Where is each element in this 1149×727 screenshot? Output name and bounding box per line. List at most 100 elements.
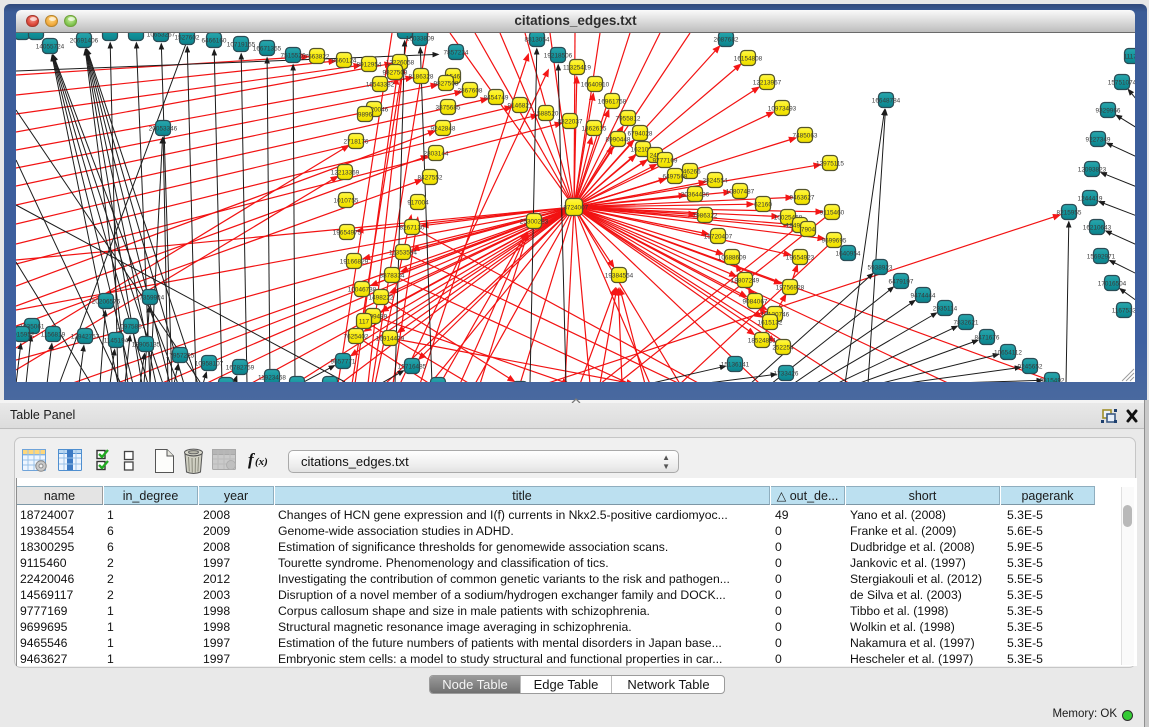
svg-text:19384554: 19384554 (605, 273, 634, 280)
svg-text:1615132: 1615132 (758, 320, 783, 327)
svg-text:7625402: 7625402 (344, 334, 369, 341)
svg-text:9474444: 9474444 (911, 293, 936, 300)
svg-text:1167533: 1167533 (1112, 308, 1135, 315)
svg-text:8186328: 8186328 (409, 74, 434, 81)
svg-text:11174: 11174 (1124, 54, 1135, 61)
svg-text:6466160: 6466160 (202, 38, 227, 45)
svg-text:1640954: 1640954 (836, 251, 861, 258)
svg-text:6479197: 6479197 (889, 279, 914, 286)
svg-text:9827503: 9827503 (383, 70, 408, 77)
svg-text:10653267: 10653267 (147, 33, 176, 39)
svg-text:19756928: 19756928 (776, 285, 805, 292)
svg-text:9463627: 9463627 (790, 195, 815, 202)
svg-text:1244419: 1244419 (1078, 196, 1103, 203)
svg-text:1588520: 1588520 (534, 111, 559, 118)
svg-text:9815492: 9815492 (1040, 378, 1065, 383)
svg-text:8813054: 8813054 (525, 37, 550, 44)
svg-text:10046738: 10046738 (348, 287, 377, 294)
svg-text:3915952: 3915952 (16, 332, 35, 339)
svg-text:8990448: 8990448 (606, 137, 631, 144)
svg-text:10688609: 10688609 (718, 255, 747, 262)
svg-text:17957225: 17957225 (166, 353, 195, 360)
svg-text:1362615: 1362615 (582, 126, 607, 133)
svg-text:19218506: 19218506 (544, 53, 573, 60)
svg-text:12213967: 12213967 (753, 80, 782, 87)
svg-text:9245652: 9245652 (1018, 364, 1043, 371)
svg-text:20691406: 20691406 (70, 38, 99, 45)
svg-text:2935114: 2935114 (933, 306, 958, 313)
svg-text:14055724: 14055724 (36, 44, 65, 51)
svg-text:8471676: 8471676 (975, 335, 1000, 342)
svg-text:25300293: 25300293 (520, 219, 549, 226)
svg-text:3875685: 3875685 (436, 105, 461, 112)
svg-text:9146821: 9146821 (508, 103, 533, 110)
svg-text:8454749: 8454749 (484, 95, 509, 102)
svg-text:9227349: 9227349 (1086, 137, 1111, 144)
svg-text:16033809: 16033809 (406, 36, 435, 43)
svg-text:1733426: 1733426 (774, 371, 799, 378)
svg-text:10719155: 10719155 (227, 42, 256, 49)
svg-text:15136141: 15136141 (721, 362, 750, 369)
svg-text:5938923: 5938923 (868, 265, 893, 272)
svg-text:20206576: 20206576 (92, 299, 121, 306)
svg-text:9657771: 9657771 (331, 359, 356, 366)
svg-text:19654975: 19654975 (333, 230, 362, 237)
svg-text:15720407: 15720407 (704, 234, 733, 241)
svg-text:(x): (x) (255, 456, 268, 468)
svg-text:16648784: 16648784 (872, 98, 901, 105)
svg-text:16543382: 16543382 (366, 82, 395, 89)
svg-text:9896: 9896 (358, 112, 373, 119)
svg-text:9329966: 9329966 (1096, 108, 1121, 115)
svg-text:17016504: 17016504 (1098, 281, 1127, 288)
svg-text:62160: 62160 (754, 202, 772, 209)
svg-text:20053346: 20053346 (149, 126, 178, 133)
svg-text:6497568: 6497568 (663, 174, 688, 181)
svg-text:8660124: 8660124 (332, 58, 357, 65)
svg-text:8267130: 8267130 (400, 225, 425, 232)
svg-text:117: 117 (359, 319, 370, 326)
svg-text:7904: 7904 (801, 227, 816, 234)
svg-text:16154808: 16154808 (734, 56, 763, 63)
svg-text:16210643: 16210643 (1083, 225, 1112, 232)
svg-text:2718176: 2718176 (344, 139, 369, 146)
svg-text:16961758: 16961758 (598, 99, 627, 106)
svg-text:3824554: 3824554 (703, 178, 728, 185)
svg-text:16671355: 16671355 (253, 46, 282, 53)
svg-text:6794028: 6794028 (628, 131, 653, 138)
svg-text:15751074: 15751074 (1108, 80, 1135, 87)
svg-text:9242848: 9242848 (431, 126, 456, 133)
svg-text:12093823: 12093823 (1078, 167, 1107, 174)
svg-text:9827508: 9827508 (434, 81, 459, 88)
svg-text:8878334: 8878334 (380, 273, 405, 280)
svg-text:7857224: 7857224 (444, 50, 469, 57)
svg-text:2803144: 2803144 (424, 151, 449, 158)
svg-text:17359924: 17359924 (136, 295, 165, 302)
svg-text:7986322: 7986322 (693, 213, 718, 220)
svg-text:20364436: 20364436 (681, 192, 710, 199)
svg-text:15716485: 15716485 (398, 364, 427, 371)
svg-text:9115460: 9115460 (820, 210, 845, 217)
svg-text:1145194: 1145194 (104, 338, 129, 345)
svg-text:9699695: 9699695 (822, 238, 847, 245)
svg-text:8322037: 8322037 (558, 119, 583, 126)
svg-text:8215955: 8215955 (1057, 210, 1082, 217)
svg-text:10975867: 10975867 (117, 324, 146, 331)
svg-text:7563822: 7563822 (305, 54, 330, 61)
svg-text:16782759: 16782759 (226, 365, 255, 372)
svg-text:19654923: 19654923 (786, 255, 815, 262)
svg-text:7955812: 7955812 (616, 116, 641, 123)
svg-text:11923468: 11923468 (258, 375, 286, 382)
svg-text:8427552: 8427552 (418, 175, 443, 182)
svg-text:1527602: 1527602 (175, 35, 200, 42)
svg-text:2087682: 2087682 (714, 37, 739, 44)
svg-text:1010755: 1010755 (334, 198, 359, 205)
svg-text:7515526: 7515526 (281, 53, 306, 60)
svg-text:15692971: 15692971 (1087, 254, 1116, 261)
svg-text:12975115: 12975115 (816, 161, 844, 168)
svg-text:917004: 917004 (407, 200, 429, 207)
svg-text:10807487: 10807487 (726, 189, 755, 196)
svg-text:7832621: 7832621 (954, 320, 979, 327)
svg-text:9084067: 9084067 (743, 299, 768, 306)
svg-text:8912954: 8912954 (357, 62, 382, 69)
svg-text:10973493: 10973493 (768, 106, 797, 113)
